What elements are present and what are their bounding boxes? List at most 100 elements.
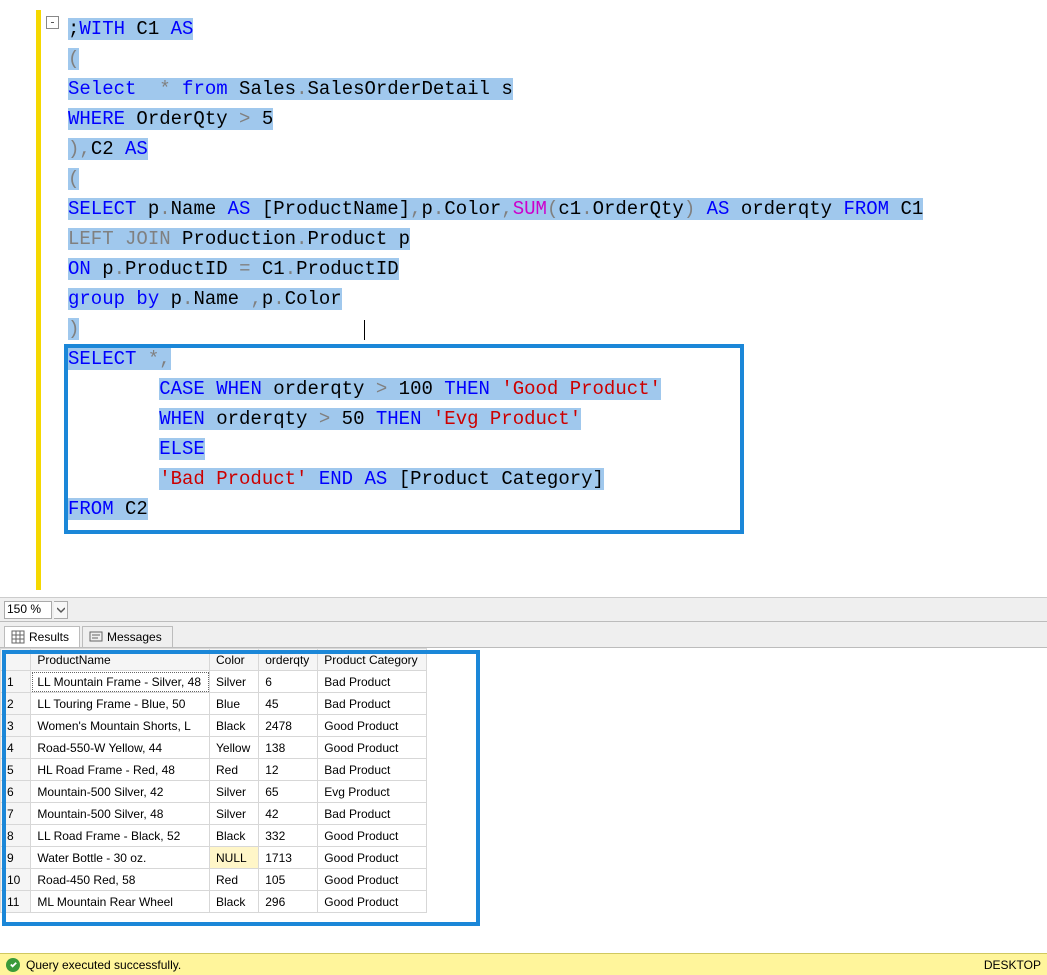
code-line: Select * from Sales.SalesOrderDetail s <box>68 74 1039 104</box>
row-number[interactable]: 9 <box>1 847 31 869</box>
row-number[interactable]: 11 <box>1 891 31 913</box>
cell[interactable]: Black <box>210 891 259 913</box>
text-cursor <box>364 320 366 340</box>
cell[interactable]: Black <box>210 825 259 847</box>
sql-editor[interactable]: - ;WITH C1 AS(Select * from Sales.SalesO… <box>0 0 1047 598</box>
cell[interactable]: Good Product <box>318 715 426 737</box>
status-server: DESKTOP <box>984 958 1041 972</box>
cell[interactable]: LL Mountain Frame - Silver, 48 <box>31 671 210 693</box>
code-line: ( <box>68 44 1039 74</box>
table-row[interactable]: 10Road-450 Red, 58Red105Good Product <box>1 869 427 891</box>
cell[interactable]: 45 <box>259 693 318 715</box>
column-header[interactable]: Product Category <box>318 649 426 671</box>
cell[interactable]: 296 <box>259 891 318 913</box>
table-row[interactable]: 5HL Road Frame - Red, 48Red12Bad Product <box>1 759 427 781</box>
code-line: WHERE OrderQty > 5 <box>68 104 1039 134</box>
code-line: SELECT *, <box>68 344 1039 374</box>
cell[interactable]: Blue <box>210 693 259 715</box>
status-message: Query executed successfully. <box>26 958 181 972</box>
table-row[interactable]: 7Mountain-500 Silver, 48Silver42Bad Prod… <box>1 803 427 825</box>
cell[interactable]: Bad Product <box>318 671 426 693</box>
cell[interactable]: LL Touring Frame - Blue, 50 <box>31 693 210 715</box>
grid-corner[interactable] <box>1 649 31 671</box>
fold-toggle[interactable]: - <box>46 16 59 29</box>
row-number[interactable]: 6 <box>1 781 31 803</box>
code-area[interactable]: ;WITH C1 AS(Select * from Sales.SalesOrd… <box>64 0 1047 597</box>
cell[interactable]: 6 <box>259 671 318 693</box>
column-header[interactable]: orderqty <box>259 649 318 671</box>
column-header[interactable]: ProductName <box>31 649 210 671</box>
row-number[interactable]: 7 <box>1 803 31 825</box>
cell[interactable]: Good Product <box>318 825 426 847</box>
cell[interactable]: 42 <box>259 803 318 825</box>
cell[interactable]: Silver <box>210 803 259 825</box>
cell[interactable]: Mountain-500 Silver, 42 <box>31 781 210 803</box>
cell[interactable]: Bad Product <box>318 693 426 715</box>
code-line: ( <box>68 164 1039 194</box>
cell[interactable]: 12 <box>259 759 318 781</box>
cell[interactable]: 2478 <box>259 715 318 737</box>
editor-gutter: - <box>0 0 64 597</box>
cell[interactable]: Yellow <box>210 737 259 759</box>
cell[interactable]: Bad Product <box>318 759 426 781</box>
success-icon <box>6 958 20 972</box>
row-number[interactable]: 5 <box>1 759 31 781</box>
results-tabs: Results Messages <box>0 622 1047 648</box>
cell[interactable]: Evg Product <box>318 781 426 803</box>
code-line: LEFT JOIN Production.Product p <box>68 224 1039 254</box>
code-line: ;WITH C1 AS <box>68 14 1039 44</box>
cell[interactable]: Good Product <box>318 737 426 759</box>
row-number[interactable]: 4 <box>1 737 31 759</box>
table-row[interactable]: 11ML Mountain Rear WheelBlack296Good Pro… <box>1 891 427 913</box>
row-number[interactable]: 10 <box>1 869 31 891</box>
cell[interactable]: Bad Product <box>318 803 426 825</box>
tab-results[interactable]: Results <box>4 626 80 647</box>
code-line: CASE WHEN orderqty > 100 THEN 'Good Prod… <box>68 374 1039 404</box>
cell[interactable]: Road-550-W Yellow, 44 <box>31 737 210 759</box>
cell[interactable]: Silver <box>210 781 259 803</box>
row-number[interactable]: 2 <box>1 693 31 715</box>
table-row[interactable]: 1LL Mountain Frame - Silver, 48Silver6Ba… <box>1 671 427 693</box>
table-row[interactable]: 8LL Road Frame - Black, 52Black332Good P… <box>1 825 427 847</box>
cell[interactable]: Black <box>210 715 259 737</box>
column-header[interactable]: Color <box>210 649 259 671</box>
row-number[interactable]: 3 <box>1 715 31 737</box>
cell[interactable]: 332 <box>259 825 318 847</box>
row-number[interactable]: 1 <box>1 671 31 693</box>
table-row[interactable]: 2LL Touring Frame - Blue, 50Blue45Bad Pr… <box>1 693 427 715</box>
cell[interactable]: LL Road Frame - Black, 52 <box>31 825 210 847</box>
change-indicator <box>36 10 41 590</box>
cell[interactable]: Good Product <box>318 869 426 891</box>
cell[interactable]: Road-450 Red, 58 <box>31 869 210 891</box>
cell[interactable]: Women's Mountain Shorts, L <box>31 715 210 737</box>
table-row[interactable]: 3Women's Mountain Shorts, LBlack2478Good… <box>1 715 427 737</box>
table-row[interactable]: 6Mountain-500 Silver, 42Silver65Evg Prod… <box>1 781 427 803</box>
cell[interactable]: 65 <box>259 781 318 803</box>
cell[interactable]: NULL <box>210 847 259 869</box>
cell[interactable]: 105 <box>259 869 318 891</box>
zoom-level[interactable]: 150 % <box>4 601 52 619</box>
table-row[interactable]: 9Water Bottle - 30 oz.NULL1713Good Produ… <box>1 847 427 869</box>
cell[interactable]: Good Product <box>318 847 426 869</box>
cell[interactable]: Water Bottle - 30 oz. <box>31 847 210 869</box>
code-line: ),C2 AS <box>68 134 1039 164</box>
cell[interactable]: Red <box>210 759 259 781</box>
status-bar: Query executed successfully. DESKTOP <box>0 953 1047 975</box>
cell[interactable]: Silver <box>210 671 259 693</box>
cell[interactable]: 138 <box>259 737 318 759</box>
cell[interactable]: HL Road Frame - Red, 48 <box>31 759 210 781</box>
tab-messages[interactable]: Messages <box>82 626 173 647</box>
results-grid[interactable]: ProductNameColororderqtyProduct Category… <box>0 648 427 913</box>
results-pane[interactable]: ProductNameColororderqtyProduct Category… <box>0 648 1047 953</box>
code-line: 'Bad Product' END AS [Product Category] <box>68 464 1039 494</box>
zoom-dropdown[interactable] <box>54 601 68 619</box>
cell[interactable]: 1713 <box>259 847 318 869</box>
cell[interactable]: Mountain-500 Silver, 48 <box>31 803 210 825</box>
code-line: ) <box>68 314 1039 344</box>
cell[interactable]: Good Product <box>318 891 426 913</box>
cell[interactable]: ML Mountain Rear Wheel <box>31 891 210 913</box>
row-number[interactable]: 8 <box>1 825 31 847</box>
cell[interactable]: Red <box>210 869 259 891</box>
table-row[interactable]: 4Road-550-W Yellow, 44Yellow138Good Prod… <box>1 737 427 759</box>
code-line: group by p.Name ,p.Color <box>68 284 1039 314</box>
